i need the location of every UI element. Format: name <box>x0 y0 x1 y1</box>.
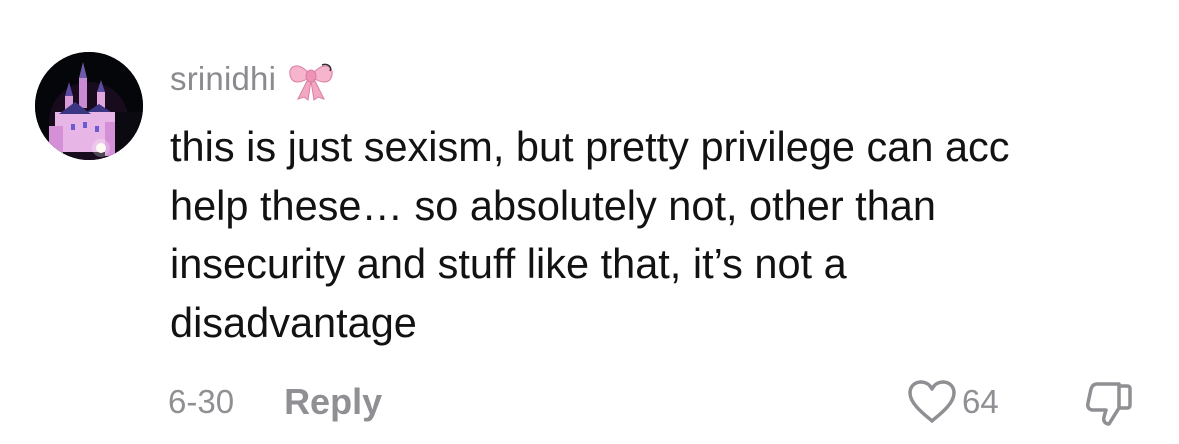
reply-button[interactable]: Reply <box>284 381 382 423</box>
username-row: srinidhi <box>170 56 336 102</box>
username[interactable]: srinidhi <box>170 60 276 98</box>
heart-outline-icon <box>908 380 956 423</box>
dislike-button[interactable] <box>1083 378 1133 428</box>
user-avatar[interactable] <box>35 52 143 160</box>
bow-emoji-icon <box>286 57 336 101</box>
comment-text: this is just sexism, but pretty privileg… <box>170 123 1010 346</box>
like-button[interactable]: 64 <box>906 378 999 426</box>
thumbs-down-icon <box>1086 382 1132 426</box>
castle-avatar-icon <box>35 52 143 160</box>
comment-item: srinidhi this is just sexism, but pretty… <box>0 0 1179 444</box>
comment-meta-row: 6-30 Reply <box>168 380 382 424</box>
comment-date: 6-30 <box>168 383 235 420</box>
like-count: 64 <box>962 383 999 420</box>
